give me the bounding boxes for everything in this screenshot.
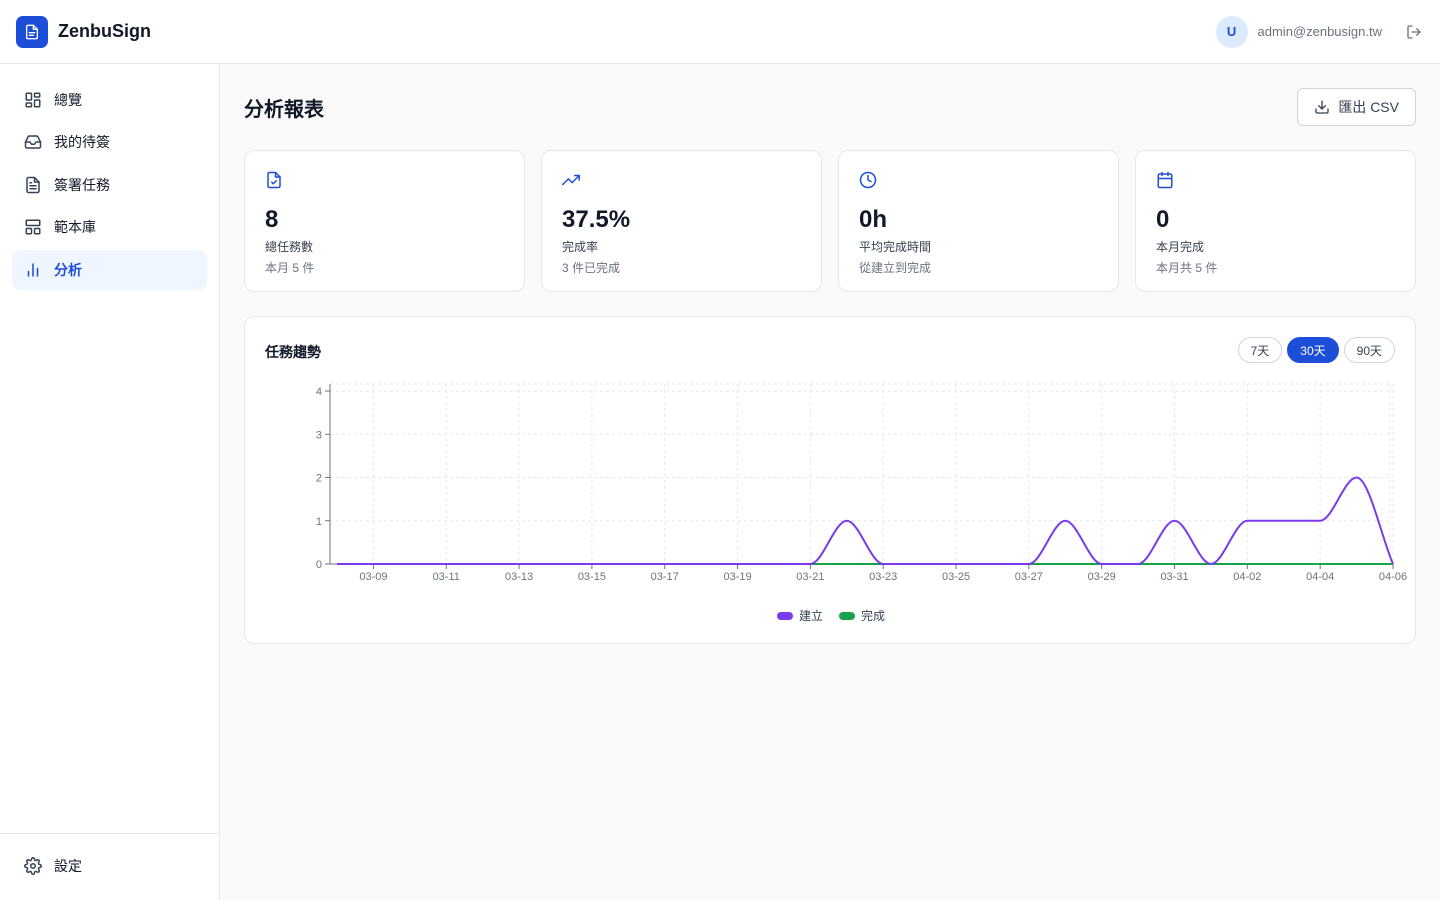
- stat-card-avg-time: 0h 平均完成時間 從建立到完成: [838, 150, 1119, 292]
- x-tick-label: 03-13: [505, 571, 533, 583]
- app-name: ZenbuSign: [58, 21, 151, 41]
- range-button-7d[interactable]: 7天: [1237, 337, 1283, 363]
- stat-value: 0h: [859, 206, 888, 233]
- export-csv-button[interactable]: 匯出 CSV: [1297, 88, 1416, 126]
- x-tick-label: 03-17: [651, 571, 679, 583]
- stat-label: 平均完成時間: [859, 240, 932, 254]
- app-logo[interactable]: [16, 15, 48, 48]
- sidebar-item-analytics[interactable]: 分析: [12, 249, 207, 290]
- range-button-90d[interactable]: 90天: [1343, 337, 1395, 363]
- legend-item-completed[interactable]: 完成: [839, 607, 885, 624]
- stat-value: 8: [265, 206, 279, 233]
- app-header: ZenbuSign U admin@zenbusign.tw: [0, 0, 1440, 64]
- legend-label: 建立: [798, 609, 823, 623]
- x-tick-label: 03-19: [723, 571, 751, 583]
- sidebar: 總覽 我的待簽 簽署任務 範本庫 分析 設定: [0, 64, 220, 900]
- clock-icon: [859, 171, 877, 189]
- chart-title: 任務趨勢: [265, 344, 321, 360]
- y-tick-label: 1: [316, 516, 322, 528]
- sidebar-footer: 設定: [0, 832, 219, 900]
- stats-row: 8 總任務數 本月 5 件 37.5% 完成率 3 件已完成 0h 平均完成時間…: [244, 150, 1416, 292]
- x-tick-label: 03-11: [433, 571, 460, 583]
- sidebar-item-templates[interactable]: 範本庫: [12, 207, 207, 247]
- chart-legend: 建立 完成: [245, 607, 1417, 624]
- sidebar-item-settings[interactable]: 設定: [12, 846, 207, 886]
- task-trend-chart: 0 1 2 3 4 03-09 03-11 03-13 03-15 03-17 03-19 03-21…: [316, 383, 1407, 583]
- trending-up-icon: [562, 174, 580, 186]
- gear-icon: [24, 856, 42, 875]
- x-tick-label: 03-21: [796, 571, 824, 583]
- stat-sub: 本月 5 件: [265, 261, 315, 275]
- sidebar-item-label: 總覽: [54, 92, 82, 108]
- calendar-icon: [1157, 171, 1173, 189]
- sidebar-item-overview[interactable]: 總覽: [12, 80, 207, 120]
- x-tick-label: 03-15: [578, 571, 606, 583]
- page-title: 分析報表: [244, 98, 324, 121]
- stat-card-monthly-completed: 0 本月完成 本月共 5 件: [1135, 150, 1416, 292]
- legend-swatch-completed: [839, 611, 855, 620]
- sidebar-item-tasks[interactable]: 簽署任務: [12, 165, 207, 205]
- legend-item-created[interactable]: 建立: [776, 607, 823, 624]
- logout-icon: [1407, 24, 1421, 39]
- bar-chart-icon: [24, 261, 42, 279]
- range-button-30d[interactable]: 30天: [1287, 337, 1339, 363]
- document-icon: [24, 176, 42, 194]
- download-icon: [1314, 99, 1330, 115]
- x-tick-label: 03-29: [1088, 571, 1116, 583]
- main-content: 分析報表 匯出 CSV 8 總任務數 本月 5 件 37.5% 完成率 3 件已…: [220, 64, 1440, 900]
- y-tick-label: 3: [316, 429, 322, 441]
- sidebar-item-inbox[interactable]: 我的待簽: [12, 122, 207, 162]
- sidebar-item-label: 設定: [54, 857, 82, 874]
- x-tick-label: 04-06: [1379, 571, 1407, 583]
- y-tick-label: 0: [316, 559, 322, 571]
- stat-card-completion-rate: 37.5% 完成率 3 件已完成: [541, 150, 822, 292]
- logout-button[interactable]: [1404, 22, 1424, 42]
- x-tick-label: 03-23: [869, 571, 897, 583]
- task-trend-card: 0 1 2 3 4 03-09 03-11 03-13 03-15 03-17 03-19 03-21…: [244, 316, 1416, 644]
- x-tick-label: 03-31: [1160, 571, 1188, 583]
- inbox-icon: [24, 133, 42, 151]
- sidebar-item-label: 我的待簽: [54, 134, 110, 151]
- y-tick-label: 2: [316, 473, 322, 485]
- document-icon: [26, 24, 38, 39]
- avatar[interactable]: U: [1215, 15, 1248, 48]
- template-icon: [24, 218, 42, 236]
- stat-value: 37.5%: [562, 206, 631, 233]
- user-email: admin@zenbusign.tw: [1257, 24, 1382, 39]
- x-tick-label: 03-27: [1015, 571, 1043, 583]
- sidebar-nav: 總覽 我的待簽 簽署任務 範本庫 分析: [0, 64, 219, 308]
- sidebar-item-label: 範本庫: [54, 219, 96, 236]
- x-tick-label: 04-02: [1233, 571, 1261, 583]
- stat-label: 總任務數: [265, 240, 314, 254]
- sidebar-item-label: 分析: [54, 261, 82, 278]
- stat-sub: 3 件已完成: [562, 261, 621, 275]
- range-selector: 7天 30天 90天: [1237, 337, 1395, 363]
- x-tick-label: 03-09: [359, 571, 387, 583]
- stat-value: 0: [1156, 206, 1170, 233]
- legend-label: 完成: [861, 609, 886, 623]
- file-check-icon: [267, 171, 281, 189]
- export-csv-label: 匯出 CSV: [1338, 99, 1399, 115]
- x-tick-label: 03-25: [942, 571, 970, 583]
- grid-icon: [24, 91, 42, 109]
- stat-label: 本月完成: [1156, 240, 1205, 254]
- stat-card-total-tasks: 8 總任務數 本月 5 件: [244, 150, 525, 292]
- stat-sub: 從建立到完成: [859, 261, 932, 275]
- sidebar-item-label: 簽署任務: [54, 176, 110, 193]
- x-tick-label: 04-04: [1306, 571, 1334, 583]
- stat-label: 完成率: [562, 240, 599, 254]
- stat-sub: 本月共 5 件: [1156, 261, 1218, 275]
- y-tick-label: 4: [316, 386, 322, 398]
- legend-swatch-created: [776, 611, 793, 620]
